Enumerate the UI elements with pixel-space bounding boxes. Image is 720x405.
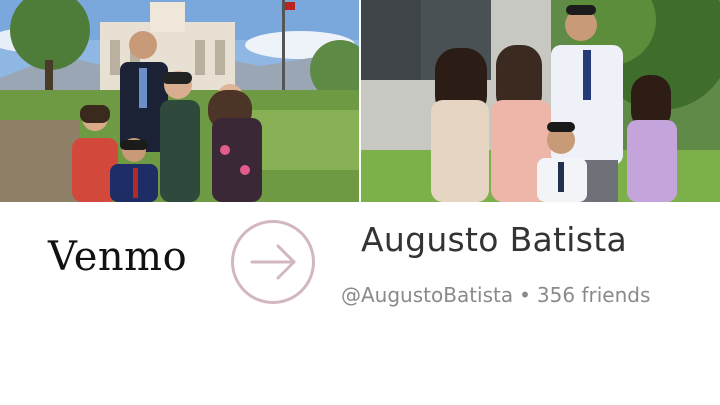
separator-dot: • [519, 283, 531, 307]
arrow-button[interactable] [231, 220, 315, 304]
family-outdoor-photo [361, 0, 720, 202]
friends-count[interactable]: 356 friends [537, 283, 650, 307]
venmo-logo: Venmo [48, 234, 188, 280]
photo-banner [0, 0, 720, 202]
profile-handle[interactable]: @AugustoBatista [341, 283, 513, 307]
profile-name: Augusto Batista [361, 220, 627, 259]
arrow-right-icon [250, 244, 296, 280]
profile-meta: @AugustoBatista • 356 friends [341, 283, 650, 307]
family-temple-photo [0, 0, 359, 202]
